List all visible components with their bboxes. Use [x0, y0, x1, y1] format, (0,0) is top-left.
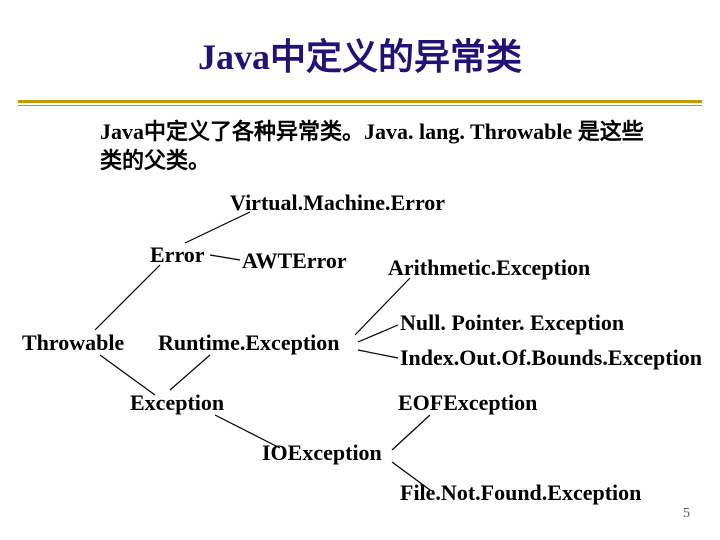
node-arith: Arithmetic.Exception [388, 255, 590, 281]
intro-text: Java中定义了各种异常类。Java. lang. Throwable 是这些类… [100, 118, 660, 175]
node-ioexception: IOException [262, 440, 382, 466]
title-rule-thin [18, 105, 702, 106]
node-ioob: Index.Out.Of.Bounds.Exception [400, 345, 702, 371]
title-rule-thick [18, 100, 702, 103]
node-awterror: AWTError [242, 248, 347, 274]
node-vmerror: Virtual.Machine.Error [230, 190, 445, 216]
node-throwable: Throwable [22, 330, 124, 356]
node-eof: EOFException [398, 390, 537, 416]
slide-title: Java中定义的异常类 [0, 28, 720, 80]
node-runtime: Runtime.Exception [158, 330, 340, 356]
page-number: 5 [683, 506, 690, 522]
node-fnf: File.Not.Found.Exception [400, 480, 641, 506]
node-npe: Null. Pointer. Exception [400, 310, 624, 336]
node-error: Error [150, 242, 205, 268]
node-exception: Exception [130, 390, 224, 416]
slide: Java中定义的异常类 Java中定义了各种异常类。Java. lang. Th… [0, 0, 720, 540]
